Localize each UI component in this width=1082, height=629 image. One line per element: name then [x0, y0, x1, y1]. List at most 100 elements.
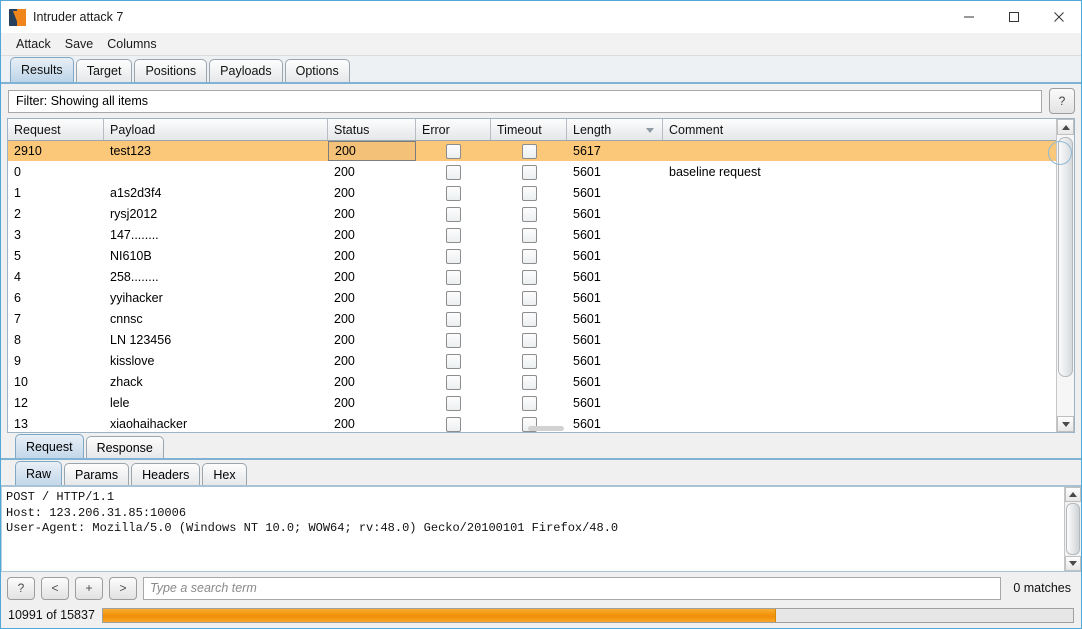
table-row[interactable]: 1 a1s2d3f4 200 5601 [8, 183, 1056, 204]
cell-timeout [491, 267, 567, 287]
search-help-icon[interactable]: ? [7, 576, 35, 600]
raw-vertical-scrollbar[interactable] [1064, 487, 1081, 571]
tab-raw[interactable]: Raw [15, 461, 63, 485]
raw-scroll-down-icon[interactable] [1065, 556, 1081, 571]
cell-comment [663, 393, 889, 413]
timeout-checkbox[interactable] [521, 332, 537, 348]
error-checkbox[interactable] [446, 143, 461, 159]
timeout-checkbox[interactable] [521, 227, 537, 243]
tab-headers[interactable]: Headers [131, 463, 201, 485]
column-header-request[interactable]: Request [8, 119, 104, 140]
timeout-checkbox[interactable] [521, 248, 537, 264]
search-previous-button[interactable]: < [41, 576, 69, 600]
table-row[interactable]: 2 rysj2012 200 5601 [8, 204, 1056, 225]
results-vertical-scrollbar[interactable] [1048, 119, 1074, 432]
cell-request: 10 [14, 375, 28, 389]
error-checkbox[interactable] [446, 248, 461, 264]
search-input[interactable]: Type a search term [143, 576, 1002, 600]
table-row[interactable]: 2910 test123 200 5617 [8, 141, 1056, 162]
tab-results[interactable]: Results [10, 57, 74, 82]
timeout-checkbox[interactable] [521, 269, 537, 285]
tab-request[interactable]: Request [15, 434, 84, 458]
menu-item-attack[interactable]: Attack [9, 35, 58, 53]
timeout-checkbox[interactable] [521, 143, 537, 159]
timeout-checkbox[interactable] [521, 374, 537, 390]
error-checkbox[interactable] [446, 395, 461, 411]
menu-item-save[interactable]: Save [58, 35, 101, 53]
progress-row: 10991 of 15837 [1, 604, 1081, 628]
column-header-status[interactable]: Status [328, 119, 416, 140]
cell-length: 5601 [573, 249, 601, 263]
error-checkbox[interactable] [446, 164, 461, 180]
timeout-checkbox[interactable] [521, 185, 537, 201]
close-icon[interactable] [1036, 2, 1081, 33]
search-add-button[interactable]: + [75, 576, 103, 600]
error-checkbox[interactable] [446, 374, 461, 390]
cell-status: 200 [334, 312, 355, 326]
column-header-timeout[interactable]: Timeout [491, 119, 567, 140]
error-checkbox[interactable] [446, 269, 461, 285]
timeout-checkbox[interactable] [521, 311, 537, 327]
tab-payloads[interactable]: Payloads [209, 59, 283, 82]
column-header-error[interactable]: Error [416, 119, 491, 140]
column-header-comment[interactable]: Comment [663, 119, 889, 140]
cell-request: 3 [14, 228, 21, 242]
error-checkbox[interactable] [446, 332, 461, 348]
table-row[interactable]: 12 lele 200 5601 [8, 393, 1056, 414]
cell-length: 5601 [573, 354, 601, 368]
cell-length: 5601 [573, 165, 601, 179]
menu-item-columns[interactable]: Columns [100, 35, 163, 53]
error-checkbox[interactable] [446, 416, 461, 432]
cell-length: 5601 [573, 417, 601, 431]
error-checkbox[interactable] [446, 227, 461, 243]
table-row[interactable]: 8 LN 123456 200 5601 [8, 330, 1056, 351]
column-header-length[interactable]: Length [567, 119, 663, 140]
maximize-icon[interactable] [991, 2, 1036, 33]
timeout-checkbox[interactable] [521, 164, 537, 180]
tab-response[interactable]: Response [85, 436, 164, 458]
filter-help-icon[interactable]: ? [1049, 88, 1075, 114]
search-next-button[interactable]: > [109, 576, 137, 600]
cell-error [416, 288, 491, 308]
error-checkbox[interactable] [446, 311, 461, 327]
scroll-up-icon[interactable] [1057, 119, 1074, 135]
minimize-icon[interactable] [946, 2, 991, 33]
timeout-checkbox[interactable] [521, 353, 537, 369]
tab-params[interactable]: Params [64, 463, 130, 485]
table-row[interactable]: 0 200 5601 baseline request [8, 162, 1056, 183]
error-checkbox[interactable] [446, 206, 461, 222]
results-table-header: Request Payload Status Error Timeout Len… [8, 119, 1056, 141]
timeout-checkbox[interactable] [521, 206, 537, 222]
filter-bar[interactable]: Filter: Showing all items [8, 89, 1042, 113]
scrollbar-track[interactable] [1048, 135, 1074, 416]
column-header-payload[interactable]: Payload [104, 119, 328, 140]
error-checkbox[interactable] [446, 185, 461, 201]
table-row[interactable]: 3 147........ 200 5601 [8, 225, 1056, 246]
timeout-checkbox[interactable] [521, 395, 537, 411]
table-row[interactable]: 5 NI610B 200 5601 [8, 246, 1056, 267]
timeout-checkbox[interactable] [521, 290, 537, 306]
tab-hex[interactable]: Hex [202, 463, 247, 485]
raw-scroll-up-icon[interactable] [1065, 487, 1081, 502]
cell-error [416, 162, 491, 182]
cell-payload: yyihacker [110, 291, 163, 305]
tab-options[interactable]: Options [284, 59, 350, 82]
title-bar: Intruder attack 7 [1, 1, 1081, 33]
tab-positions[interactable]: Positions [134, 59, 208, 82]
tab-target[interactable]: Target [75, 59, 133, 82]
cell-timeout [491, 351, 567, 371]
cell-length: 5617 [573, 144, 601, 158]
error-checkbox[interactable] [446, 353, 461, 369]
table-row[interactable]: 7 cnnsc 200 5601 [8, 309, 1056, 330]
scrollbar-thumb[interactable] [1058, 137, 1073, 377]
table-row[interactable]: 9 kisslove 200 5601 [8, 351, 1056, 372]
scroll-down-icon[interactable] [1057, 416, 1074, 432]
cell-status: 200 [334, 291, 355, 305]
table-row[interactable]: 10 zhack 200 5601 [8, 372, 1056, 393]
raw-scrollbar-thumb[interactable] [1066, 503, 1080, 555]
table-row[interactable]: 4 258........ 200 5601 [8, 267, 1056, 288]
error-checkbox[interactable] [446, 290, 461, 306]
raw-request-text[interactable]: POST / HTTP/1.1 Host: 123.206.31.85:1000… [1, 487, 1064, 571]
horizontal-scrollbar-thumb[interactable] [528, 426, 564, 431]
table-row[interactable]: 6 yyihacker 200 5601 [8, 288, 1056, 309]
